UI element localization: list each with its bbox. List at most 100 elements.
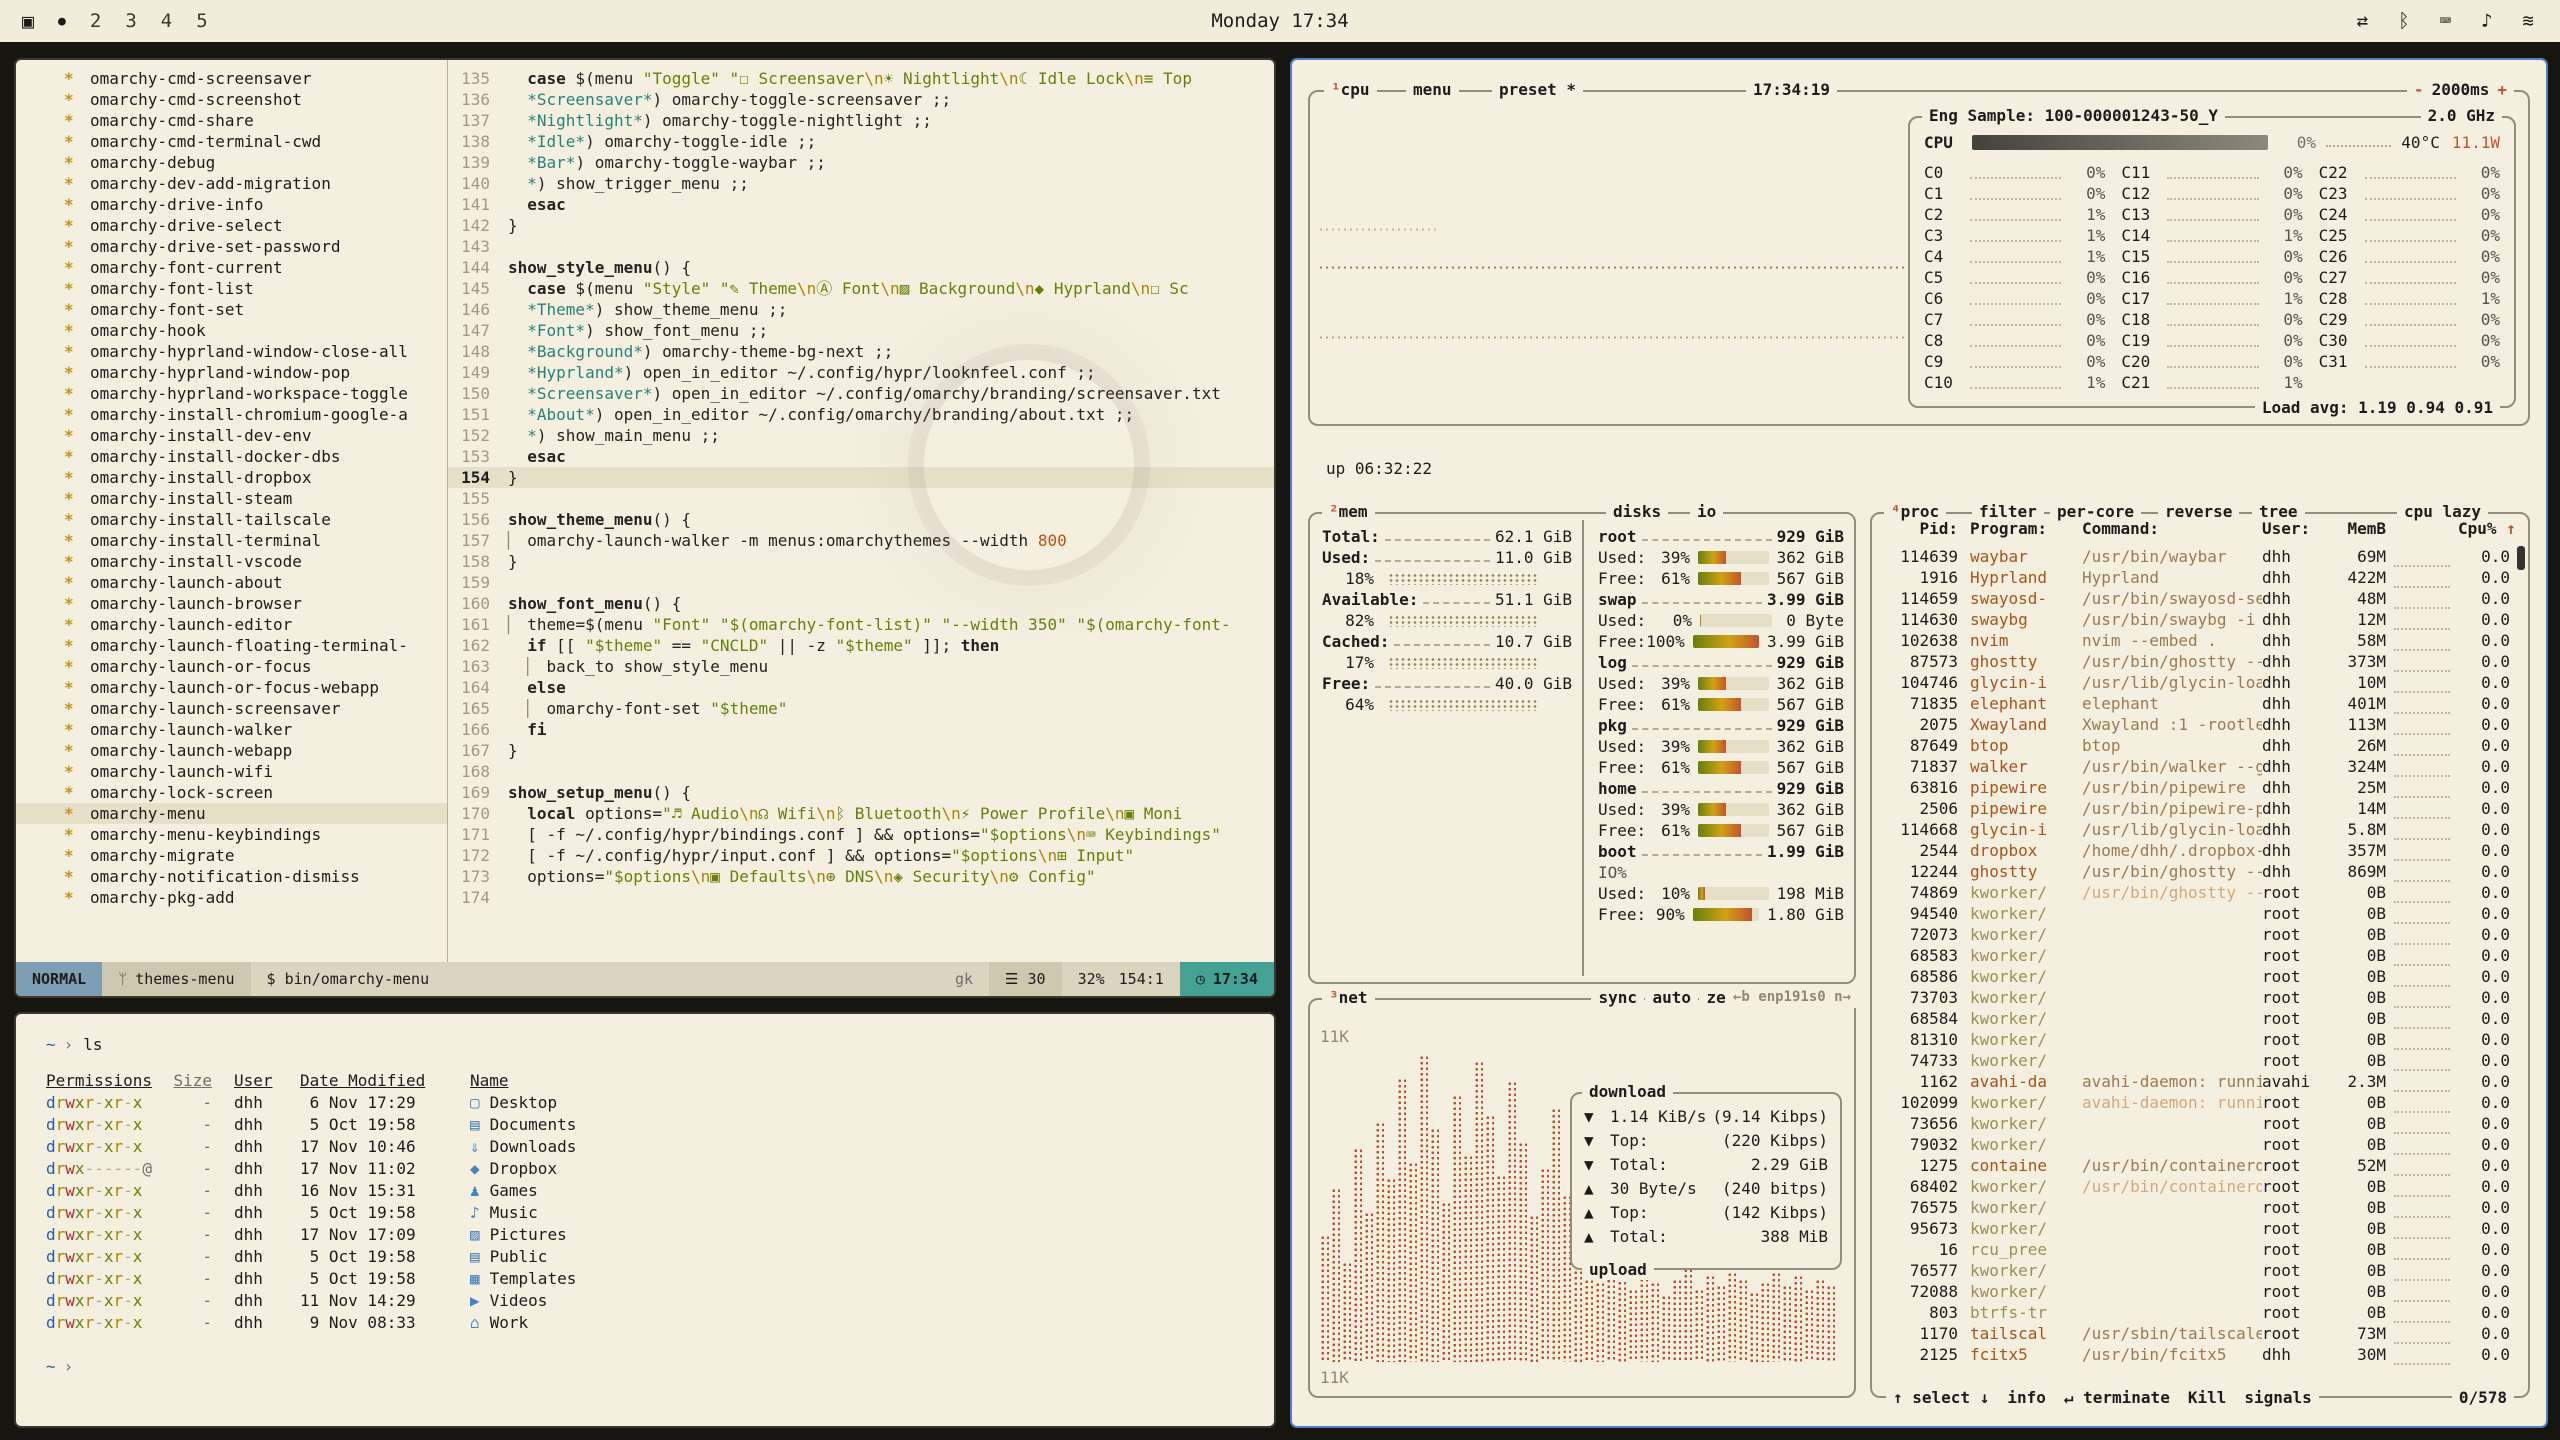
file-item[interactable]: *omarchy-launch-or-focus-webapp <box>16 677 447 698</box>
code-line[interactable]: 167} <box>448 740 1274 761</box>
kill-button[interactable]: Kill <box>2188 1387 2227 1408</box>
code-line[interactable]: 155 <box>448 488 1274 509</box>
code-line[interactable]: 147 *Font*) show_font_menu ;; <box>448 320 1274 341</box>
process-row[interactable]: 114659swayosd-/usr/bin/swayosd-serverdhh… <box>1878 588 2522 609</box>
process-row[interactable]: 68584kworker/root0B0.0 <box>1878 1008 2522 1029</box>
process-row[interactable]: 2125fcitx5/usr/bin/fcitx5dhh30M0.0 <box>1878 1344 2522 1365</box>
process-row[interactable]: 104746glycin-i/usr/lib/glycin-loadersdhh… <box>1878 672 2522 693</box>
select-hint[interactable]: ↑ select ↓ <box>1893 1387 1989 1408</box>
signals-button[interactable]: signals <box>2244 1387 2311 1408</box>
process-row[interactable]: 1162avahi-daavahi-daemon: running [avahi… <box>1878 1071 2522 1092</box>
file-item[interactable]: *omarchy-hook <box>16 320 447 341</box>
interval-minus-button[interactable]: - <box>2414 80 2424 99</box>
keyboard-icon[interactable]: ⌨ <box>2440 10 2451 32</box>
code-line[interactable]: 164 else <box>448 677 1274 698</box>
process-row[interactable]: 63816pipewire/usr/bin/pipewiredhh25M0.0 <box>1878 777 2522 798</box>
file-item[interactable]: *omarchy-install-terminal <box>16 530 447 551</box>
process-row[interactable]: 2075XwaylandXwayland :1 -rootless -dhh11… <box>1878 714 2522 735</box>
code-line[interactable]: 168 <box>448 761 1274 782</box>
process-row[interactable]: 2544dropbox/home/dhh/.dropbox-distdhh357… <box>1878 840 2522 861</box>
tab-menu[interactable]: menu <box>1406 79 1459 100</box>
file-item[interactable]: *omarchy-launch-about <box>16 572 447 593</box>
code-line[interactable]: 150 *Screensaver*) open_in_editor ~/.con… <box>448 383 1274 404</box>
proc-sort-selector[interactable]: cpu lazy <box>2397 501 2488 522</box>
bluetooth-icon[interactable]: ᛒ <box>2398 10 2409 32</box>
code-line[interactable]: 152 *) show_main_menu ;; <box>448 425 1274 446</box>
file-item[interactable]: *omarchy-menu-keybindings <box>16 824 447 845</box>
file-item[interactable]: *omarchy-font-current <box>16 257 447 278</box>
process-row[interactable]: 803btrfs-trroot0B0.0 <box>1878 1302 2522 1323</box>
file-item[interactable]: *omarchy-launch-editor <box>16 614 447 635</box>
file-item[interactable]: *omarchy-drive-info <box>16 194 447 215</box>
process-row[interactable]: 102638nvimnvim --embed .dhh58M0.0 <box>1878 630 2522 651</box>
code-line[interactable]: 143 <box>448 236 1274 257</box>
process-row[interactable]: 12244ghostty/usr/bin/ghostty --gtk-dhh86… <box>1878 861 2522 882</box>
process-row[interactable]: 95673kworker/root0B0.0 <box>1878 1218 2522 1239</box>
code-line[interactable]: 157▏ omarchy-launch-walker -m menus:omar… <box>448 530 1274 551</box>
process-row[interactable]: 87573ghostty/usr/bin/ghostty --gtk-dhh37… <box>1878 651 2522 672</box>
process-row[interactable]: 114639waybar/usr/bin/waybardhh69M0.0 <box>1878 546 2522 567</box>
info-button[interactable]: info <box>2007 1387 2046 1408</box>
tab-preset[interactable]: preset * <box>1492 79 1583 100</box>
process-row[interactable]: 16rcu_preeroot0B0.0 <box>1878 1239 2522 1260</box>
process-row[interactable]: 72088kworker/root0B0.0 <box>1878 1281 2522 1302</box>
code-line[interactable]: 141 esac <box>448 194 1274 215</box>
process-row[interactable]: 74733kworker/root0B0.0 <box>1878 1050 2522 1071</box>
process-row[interactable]: 76575kworker/root0B0.0 <box>1878 1197 2522 1218</box>
file-item[interactable]: *omarchy-launch-or-focus <box>16 656 447 677</box>
code-line[interactable]: 142} <box>448 215 1274 236</box>
proc-filter-button[interactable]: filter <box>1972 501 2044 522</box>
code-line[interactable]: 162 if [[ "$theme" == "CNCLD" || -z "$th… <box>448 635 1274 656</box>
file-item[interactable]: *omarchy-install-docker-dbs <box>16 446 447 467</box>
file-item[interactable]: *omarchy-launch-walker <box>16 719 447 740</box>
file-item[interactable]: *omarchy-drive-set-password <box>16 236 447 257</box>
tab-disks[interactable]: disks <box>1606 501 1668 522</box>
code-line[interactable]: 153 esac <box>448 446 1274 467</box>
code-line[interactable]: 171 [ -f ~/.config/hypr/bindings.conf ] … <box>448 824 1274 845</box>
workspace-3[interactable]: 3 <box>125 10 136 32</box>
file-item[interactable]: *omarchy-dev-add-migration <box>16 173 447 194</box>
file-item[interactable]: *omarchy-lock-screen <box>16 782 447 803</box>
volume-icon[interactable]: ♪ <box>2481 10 2492 32</box>
file-item[interactable]: *omarchy-install-dropbox <box>16 467 447 488</box>
process-row[interactable]: 114630swaybg/usr/bin/swaybg -i /homdhh12… <box>1878 609 2522 630</box>
process-row[interactable]: 73656kworker/root0B0.0 <box>1878 1113 2522 1134</box>
file-item[interactable]: *omarchy-install-chromium-google-a <box>16 404 447 425</box>
process-row[interactable]: 87649btopbtopdhh26M0.0 <box>1878 735 2522 756</box>
tab-net[interactable]: ³net <box>1322 987 1375 1008</box>
net-sync-toggle[interactable]: sync <box>1591 987 1644 1008</box>
process-row[interactable]: 94540kworker/root0B0.0 <box>1878 903 2522 924</box>
code-line[interactable]: 146 *Theme*) show_theme_menu ;; <box>448 299 1274 320</box>
tab-io[interactable]: io <box>1690 501 1723 522</box>
file-item[interactable]: *omarchy-notification-dismiss <box>16 866 447 887</box>
code-line[interactable]: 151 *About*) open_in_editor ~/.config/om… <box>448 404 1274 425</box>
terminate-button[interactable]: ↵ terminate <box>2064 1387 2170 1408</box>
code-line[interactable]: 166 fi <box>448 719 1274 740</box>
file-item[interactable]: *omarchy-cmd-share <box>16 110 447 131</box>
process-row[interactable]: 76577kworker/root0B0.0 <box>1878 1260 2522 1281</box>
code-line[interactable]: 158} <box>448 551 1274 572</box>
process-row[interactable]: 2506pipewire/usr/bin/pipewire-pulsedhh14… <box>1878 798 2522 819</box>
file-item[interactable]: *omarchy-menu <box>16 803 447 824</box>
code-line[interactable]: 159 <box>448 572 1274 593</box>
process-row[interactable]: 74869kworker//usr/bin/ghostty --gtk-root… <box>1878 882 2522 903</box>
file-item[interactable]: *omarchy-hyprland-workspace-toggle <box>16 383 447 404</box>
code-line[interactable]: 173 options="$options\n▣ Defaults\n⊕ DNS… <box>448 866 1274 887</box>
workspace-4[interactable]: 4 <box>161 10 172 32</box>
code-line[interactable]: 172 [ -f ~/.config/hypr/input.conf ] && … <box>448 845 1274 866</box>
code-line[interactable]: 149 *Hyprland*) open_in_editor ~/.config… <box>448 362 1274 383</box>
code-line[interactable]: 136 *Screensaver*) omarchy-toggle-screen… <box>448 89 1274 110</box>
file-item[interactable]: *omarchy-launch-floating-terminal- <box>16 635 447 656</box>
code-line[interactable]: 174 <box>448 887 1274 908</box>
code-line[interactable]: 144show_style_menu() { <box>448 257 1274 278</box>
code-line[interactable]: 154} <box>448 467 1274 488</box>
process-row[interactable]: 68583kworker/root0B0.0 <box>1878 945 2522 966</box>
file-item[interactable]: *omarchy-migrate <box>16 845 447 866</box>
file-item[interactable]: *omarchy-launch-browser <box>16 593 447 614</box>
file-item[interactable]: *omarchy-launch-wifi <box>16 761 447 782</box>
tab-mem[interactable]: ²mem <box>1322 501 1375 522</box>
process-row[interactable]: 1275containe/usr/bin/containerdroot52M0.… <box>1878 1155 2522 1176</box>
file-item[interactable]: *omarchy-font-set <box>16 299 447 320</box>
code-line[interactable]: 160show_font_menu() { <box>448 593 1274 614</box>
process-row[interactable]: 71837walker/usr/bin/walker --gappldhh324… <box>1878 756 2522 777</box>
